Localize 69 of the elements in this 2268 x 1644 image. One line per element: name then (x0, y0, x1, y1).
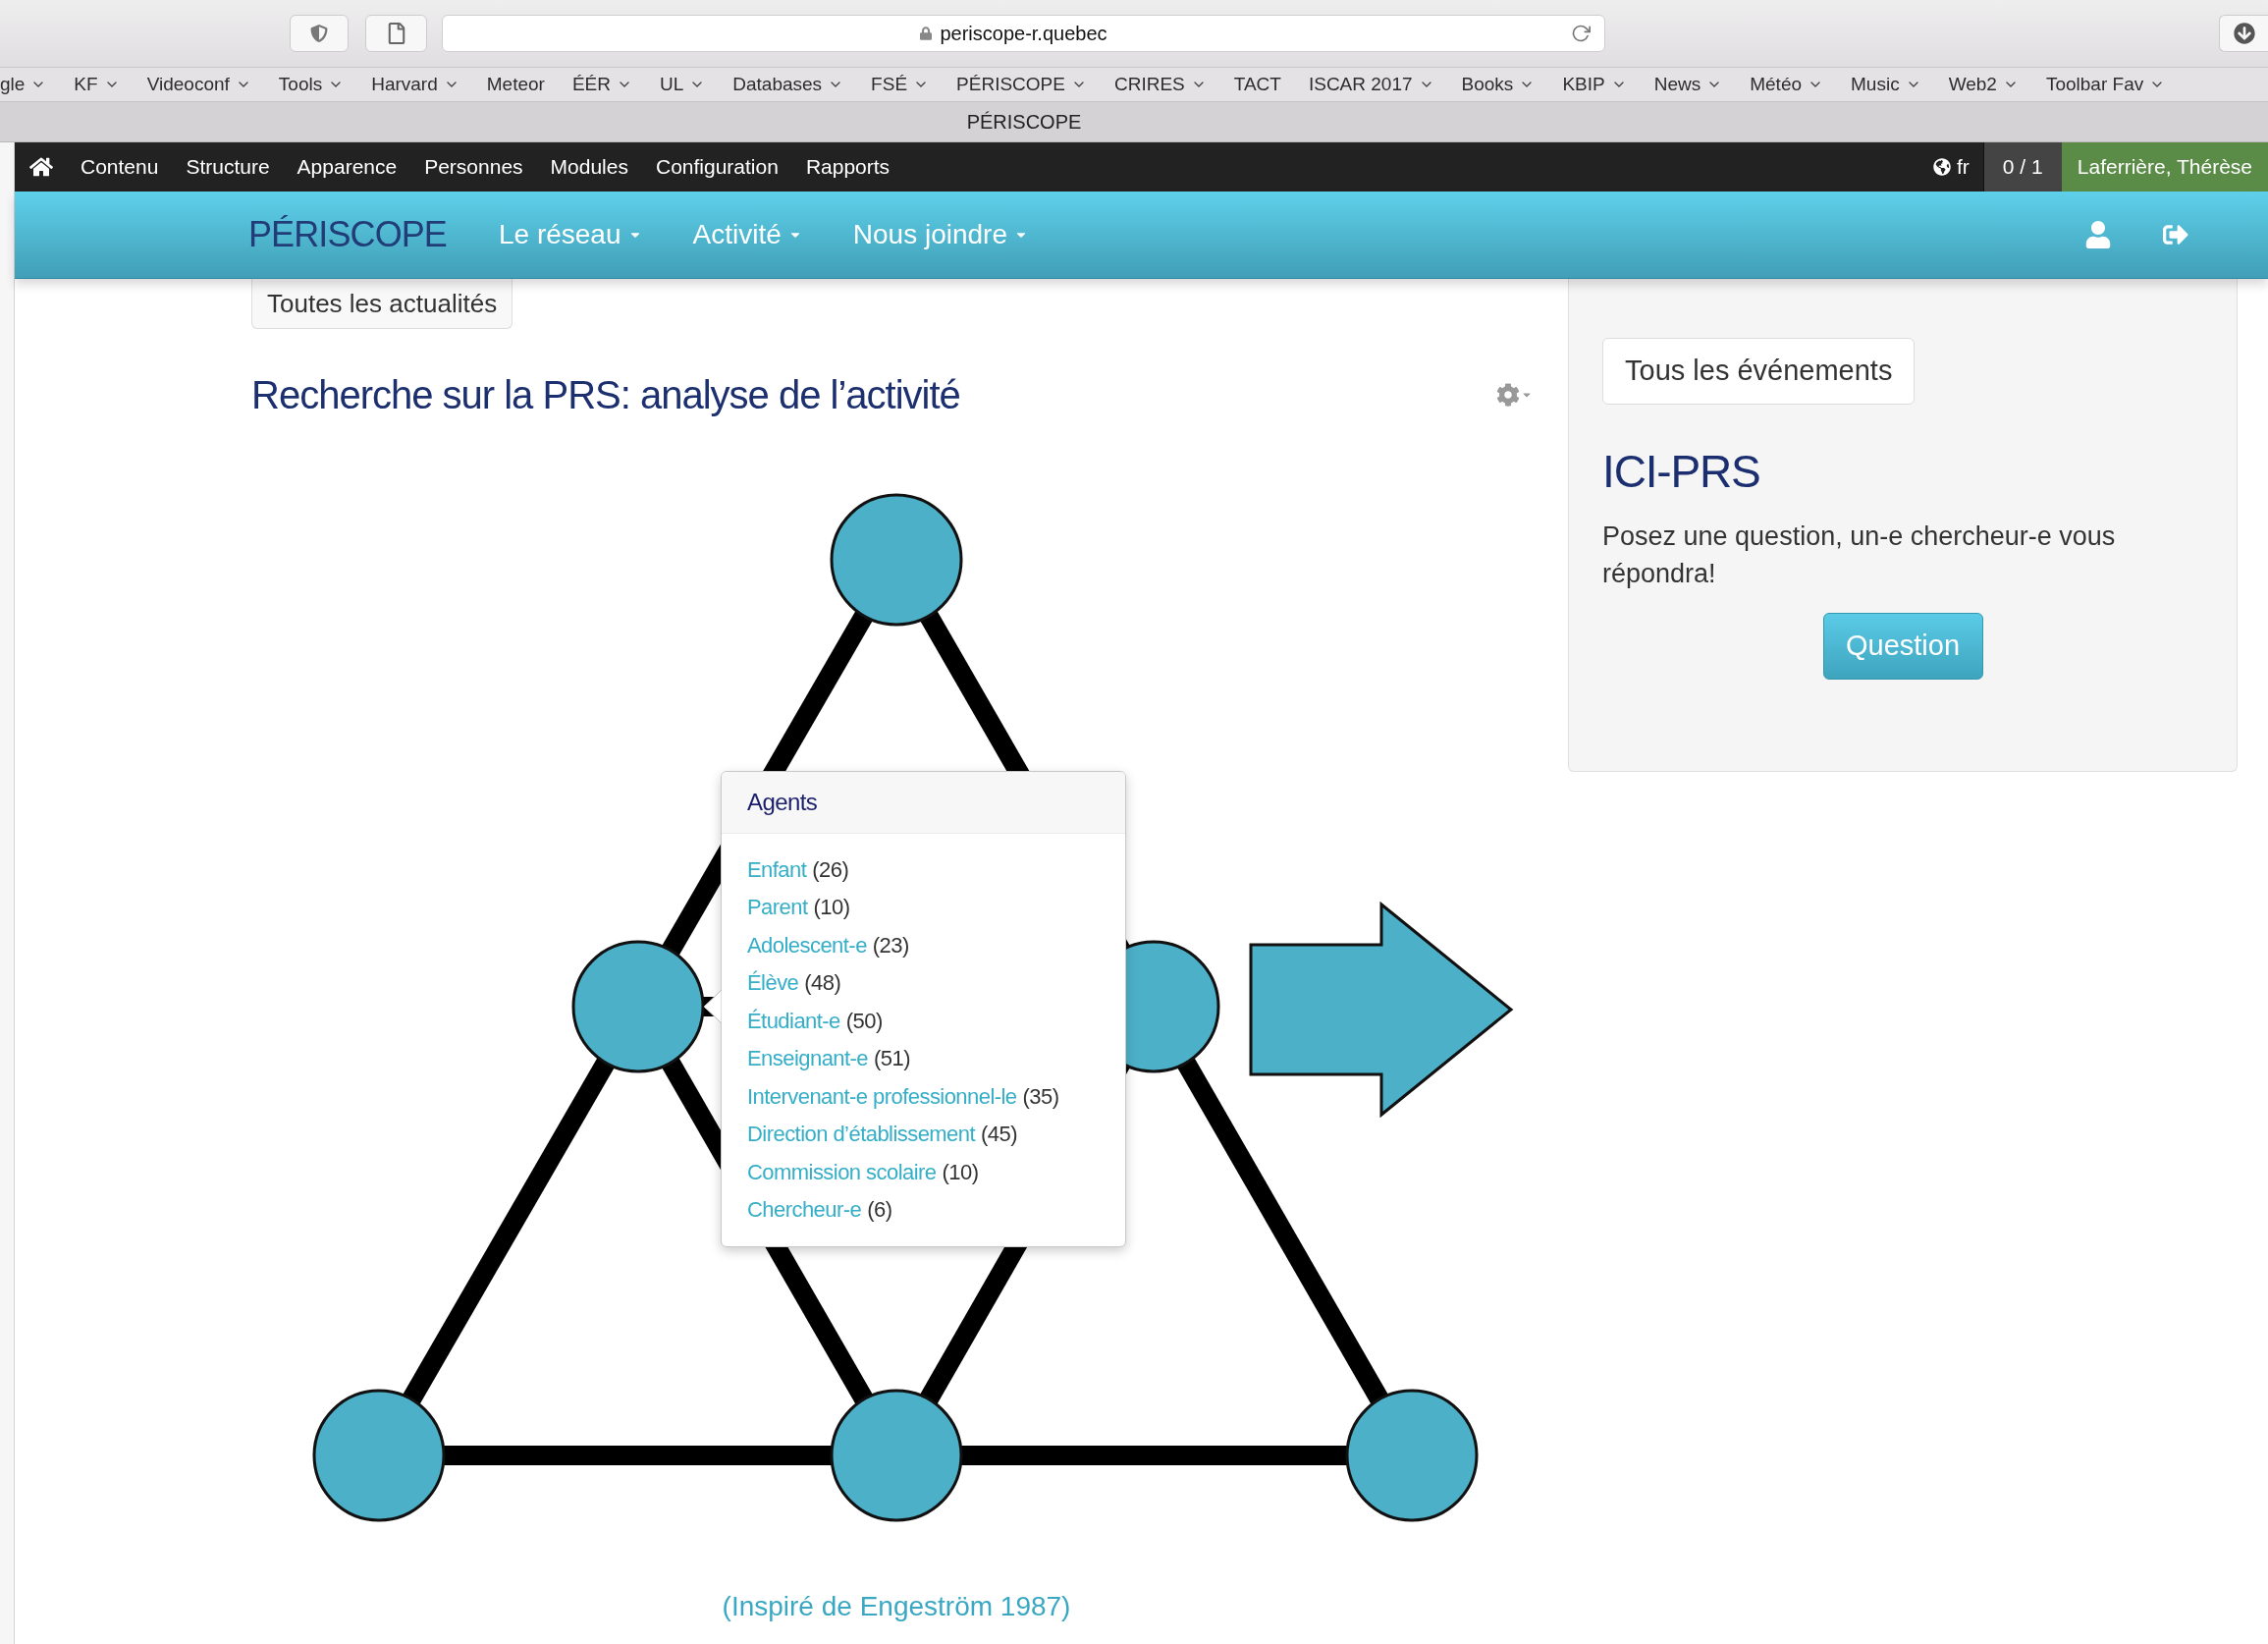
bookmark-item[interactable]: ISCAR 2017 (1308, 70, 1434, 99)
shield-icon (310, 24, 328, 43)
bookmark-item[interactable]: CRIRES (1113, 70, 1207, 99)
gear-icon (1496, 383, 1520, 407)
node-circle[interactable] (830, 493, 963, 627)
language-button[interactable]: fr (1932, 151, 1970, 183)
agent-count: (26) (812, 855, 849, 884)
downloads-button[interactable] (2219, 15, 2268, 52)
lock-icon (920, 27, 933, 40)
agent-count: (6) (867, 1196, 892, 1225)
privacy-button[interactable] (290, 15, 349, 52)
page-title: Recherche sur la PRS: analyse de l’activité (251, 372, 960, 418)
bookmark-item[interactable]: TACT (1233, 70, 1281, 99)
agent-count: (45) (981, 1121, 1017, 1149)
bookmark-item[interactable]: Videoconf (146, 70, 251, 99)
bookmark-item[interactable]: Web2 (1948, 70, 2019, 99)
agent-count: (10) (813, 894, 850, 922)
page-icon (387, 23, 405, 44)
sidebar-text: Posez une question, un-e chercheur-e vous répondra! (1602, 521, 2117, 590)
bookmark-item[interactable]: Tools (278, 70, 345, 99)
agent-count: (50) (845, 1007, 883, 1035)
download-icon (2233, 23, 2255, 44)
bookmark-item[interactable]: gle (0, 70, 47, 99)
node-circle[interactable] (312, 1389, 446, 1522)
toolbar-menu-item[interactable]: Rapports (805, 151, 891, 183)
section-heading: ICI-PRS (1602, 445, 1760, 499)
bookmark-item[interactable]: Music (1851, 70, 1921, 99)
address-field[interactable]: periscope-r.quebec (442, 15, 1605, 52)
all-news-button[interactable]: Toutes les actualités (251, 279, 513, 329)
bookmark-item[interactable]: Books (1461, 70, 1536, 99)
node-circle[interactable] (1345, 1389, 1479, 1522)
toolbar-menu-item[interactable]: Apparence (297, 151, 398, 183)
counter-badge[interactable]: 0 / 1 (1982, 142, 2062, 192)
toolbar-menu-item[interactable]: Configuration (656, 151, 779, 183)
node-circle[interactable] (830, 1389, 963, 1522)
bookmark-item[interactable]: PÉRISCOPE (956, 70, 1087, 99)
globe-icon (1932, 158, 1951, 176)
bookmark-item[interactable]: Toolbar Fav (2045, 70, 2166, 99)
site-logo[interactable]: PÉRISCOPE (248, 208, 447, 261)
user-name-button[interactable]: Laferrière, Thérèse (2061, 142, 2268, 192)
agent-count: (10) (942, 1158, 979, 1186)
node-circle[interactable] (571, 940, 705, 1073)
settings-menu-button[interactable] (1496, 383, 1532, 407)
all-events-button[interactable]: Tous les événements (1602, 338, 1916, 405)
popover-header: Agents (722, 772, 1125, 834)
agent-count: (23) (872, 931, 909, 959)
bookmark-item[interactable]: KBIP (1562, 70, 1627, 99)
figure-caption: (Inspiré de Engeström 1987) (722, 1590, 1071, 1623)
toolbar-menu-item[interactable]: Contenu (81, 151, 159, 183)
bookmark-item[interactable]: Meteor (486, 70, 545, 99)
bookmark-item[interactable]: Météo (1750, 70, 1823, 99)
home-icon[interactable] (29, 156, 53, 178)
bookmark-item[interactable]: ÉÉR (571, 70, 632, 99)
toolbar-menu-item[interactable]: Modules (550, 151, 628, 183)
address-text: periscope-r.quebec (940, 22, 1107, 46)
bookmark-item[interactable]: Harvard (371, 70, 459, 99)
bookmark-item[interactable]: Databases (732, 70, 844, 99)
tab-title[interactable]: PÉRISCOPE (966, 107, 1082, 137)
reload-icon[interactable] (1571, 24, 1591, 43)
toolbar-menu-item[interactable]: Structure (186, 151, 270, 183)
bookmark-item[interactable]: KF (74, 70, 120, 99)
bookmark-item[interactable]: UL (659, 70, 706, 99)
toolbar-menu-item[interactable]: Personnes (424, 151, 523, 183)
bookmark-item[interactable]: FSÉ (871, 70, 930, 99)
agent-count: (48) (804, 969, 841, 998)
bookmark-item[interactable]: News (1653, 70, 1723, 99)
reader-button[interactable] (365, 15, 427, 52)
agent-count: (51) (874, 1045, 910, 1073)
agent-count: (35) (1022, 1082, 1059, 1111)
